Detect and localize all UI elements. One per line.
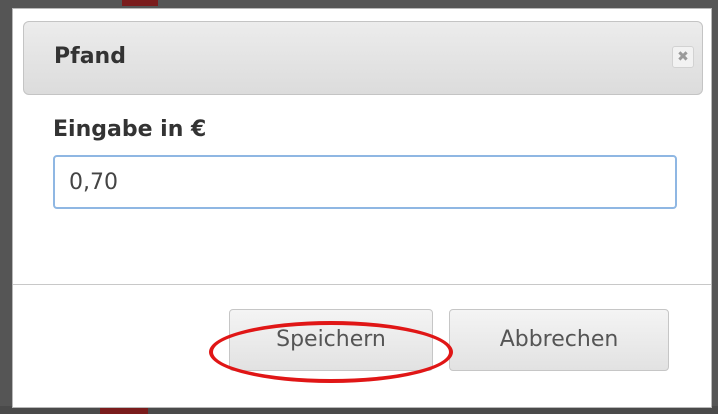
close-icon[interactable]: ✖ bbox=[672, 46, 694, 68]
footer-divider bbox=[13, 284, 711, 285]
dialog-title: Pfand bbox=[54, 44, 126, 69]
amount-label: Eingabe in € bbox=[53, 117, 207, 142]
amount-input[interactable] bbox=[53, 155, 677, 209]
dialog-header: Pfand ✖ bbox=[23, 21, 703, 95]
save-button[interactable]: Speichern bbox=[229, 309, 433, 371]
pfand-dialog: Pfand ✖ Eingabe in € Speichern Abbrechen bbox=[12, 8, 712, 408]
cancel-button[interactable]: Abbrechen bbox=[449, 309, 669, 371]
backdrop-accent bbox=[122, 0, 158, 6]
